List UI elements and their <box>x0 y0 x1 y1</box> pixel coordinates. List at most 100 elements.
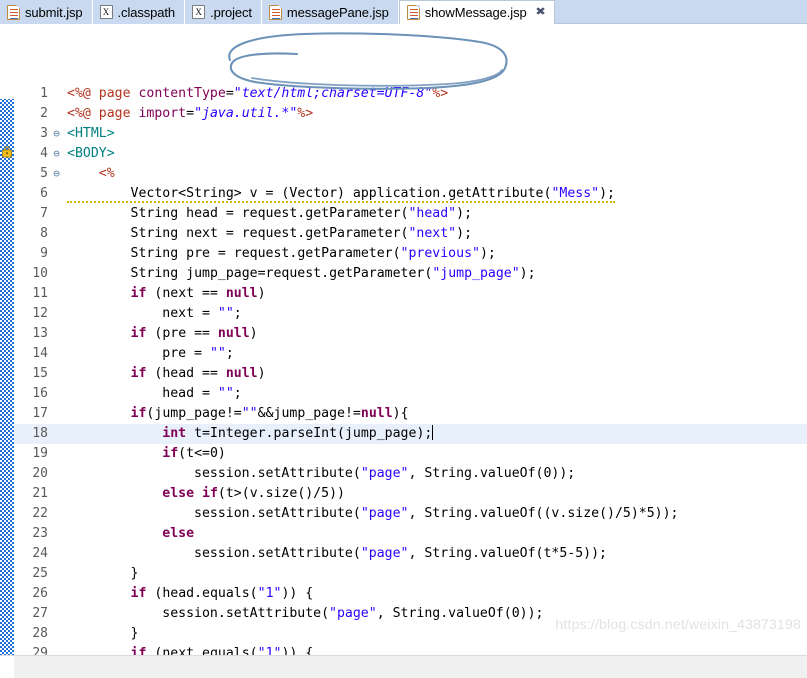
code-line-text: else <box>162 526 195 541</box>
line-number: 7 <box>40 206 48 221</box>
eclipse-jsp-editor-window: submit.jsp X .classpath X .project messa… <box>0 0 807 678</box>
line-number: 19 <box>32 446 48 461</box>
code-line[interactable]: 9 String pre = request.getParameter("pre… <box>14 244 807 264</box>
code-line-text: if (head == null) <box>130 366 266 381</box>
tab-label: .project <box>210 4 252 20</box>
line-number: 8 <box>40 226 48 241</box>
code-line[interactable]: 15 if (head == null) <box>14 364 807 384</box>
code-line-text: <HTML> <box>67 126 115 141</box>
code-line[interactable]: 19 if(t<=0) <box>14 444 807 464</box>
tab-project[interactable]: X .project <box>185 0 262 24</box>
jsp-file-icon <box>7 4 20 20</box>
code-line-text: session.setAttribute("page", String.valu… <box>194 466 576 481</box>
line-number: 16 <box>32 386 48 401</box>
code-line[interactable]: 22 session.setAttribute("page", String.v… <box>14 504 807 524</box>
code-line[interactable]: 10 String jump_page=request.getParameter… <box>14 264 807 284</box>
annotation-ruler-clear-top <box>0 24 14 99</box>
code-line[interactable]: 13 if (pre == null) <box>14 324 807 344</box>
code-line-text: if (head.equals("1")) { <box>130 586 314 601</box>
tab-classpath[interactable]: X .classpath <box>92 0 186 24</box>
code-line-text: else if(t>(v.size()/5)) <box>162 486 345 501</box>
line-number: 1 <box>40 86 48 101</box>
code-line-text: pre = ""; <box>162 346 234 361</box>
line-number: 14 <box>32 346 48 361</box>
annotation-ruler[interactable] <box>0 24 14 656</box>
code-line[interactable]: 7 String head = request.getParameter("he… <box>14 204 807 224</box>
fold-toggle-icon[interactable]: ⊖ <box>50 124 63 144</box>
line-number: 10 <box>32 266 48 281</box>
code-line[interactable]: 3 ⊖ <HTML> <box>14 124 807 144</box>
line-number: 11 <box>32 286 48 301</box>
code-line[interactable]: 4 ⊖ <BODY> <box>14 144 807 164</box>
code-line[interactable]: 11 if (next == null) <box>14 284 807 304</box>
warning-icon[interactable] <box>1 146 13 158</box>
text-caret <box>432 425 434 440</box>
code-line-text: session.setAttribute("page", String.valu… <box>194 506 679 521</box>
line-number: 18 <box>32 426 48 441</box>
line-number: 4 <box>40 146 48 161</box>
code-line[interactable]: 21 else if(t>(v.size()/5)) <box>14 484 807 504</box>
code-line[interactable]: 18 int t=Integer.parseInt(jump_page); <box>14 424 807 444</box>
code-line-text: if(jump_page!=""&&jump_page!=null){ <box>130 406 409 421</box>
xml-file-icon: X <box>99 5 113 19</box>
code-line[interactable]: 1 <%@ page contentType="text/html;charset… <box>14 84 807 104</box>
code-line[interactable]: 24 session.setAttribute("page", String.v… <box>14 544 807 564</box>
line-number: 28 <box>32 626 48 641</box>
tab-message-pane-jsp[interactable]: messagePane.jsp <box>261 0 399 24</box>
line-number: 20 <box>32 466 48 481</box>
scrollbar-left-cap <box>0 656 14 678</box>
code-line[interactable]: 23 else <box>14 524 807 544</box>
code-line-text: session.setAttribute("page", String.valu… <box>194 546 607 561</box>
line-number: 3 <box>40 126 48 141</box>
code-line[interactable]: 2 <%@ page import="java.util.*"%> <box>14 104 807 124</box>
line-number: 15 <box>32 366 48 381</box>
code-line-text: next = ""; <box>162 306 242 321</box>
code-line[interactable]: 26 if (head.equals("1")) { <box>14 584 807 604</box>
code-line-text: if (next == null) <box>130 286 266 301</box>
code-line[interactable]: 14 pre = ""; <box>14 344 807 364</box>
line-number: 24 <box>32 546 48 561</box>
jsp-file-icon <box>268 4 282 20</box>
code-line-text: String head = request.getParameter("head… <box>130 206 473 221</box>
code-line-text: <BODY> <box>67 146 115 161</box>
editor-tab-bar: submit.jsp X .classpath X .project messa… <box>0 0 807 24</box>
line-number: 6 <box>40 186 48 201</box>
tab-label: .classpath <box>117 4 176 20</box>
code-line[interactable]: 16 head = ""; <box>14 384 807 404</box>
line-number: 9 <box>40 246 48 261</box>
fold-toggle-icon[interactable]: ⊖ <box>50 164 63 184</box>
line-number: 21 <box>32 486 48 501</box>
code-line[interactable]: 25 } <box>14 564 807 584</box>
line-number: 12 <box>32 306 48 321</box>
code-line-text: String jump_page=request.getParameter("j… <box>130 266 536 281</box>
line-number: 25 <box>32 566 48 581</box>
line-number: 26 <box>32 586 48 601</box>
tab-label: submit.jsp <box>25 4 83 20</box>
line-number: 22 <box>32 506 48 521</box>
watermark: https://blog.csdn.net/weixin_43873198 <box>555 616 801 632</box>
code-line[interactable]: 8 String next = request.getParameter("ne… <box>14 224 807 244</box>
code-line[interactable]: 17 if(jump_page!=""&&jump_page!=null){ <box>14 404 807 424</box>
code-line-text: <%@ page import="java.util.*"%> <box>67 106 314 121</box>
close-icon[interactable]: ✖ <box>535 7 546 18</box>
fold-toggle-icon[interactable]: ⊖ <box>50 144 63 164</box>
code-line[interactable]: 20 session.setAttribute("page", String.v… <box>14 464 807 484</box>
tab-show-message-jsp[interactable]: showMessage.jsp ✖ <box>398 0 555 24</box>
tab-bar-filler <box>554 0 807 24</box>
code-line[interactable]: 5 ⊖ <% <box>14 164 807 184</box>
code-line-text: <%@ page contentType="text/html;charset=… <box>67 86 449 101</box>
line-number: 23 <box>32 526 48 541</box>
code-editor[interactable]: 1 <%@ page contentType="text/html;charset… <box>0 24 807 656</box>
line-number: 13 <box>32 326 48 341</box>
tab-submit-jsp[interactable]: submit.jsp <box>0 0 93 24</box>
code-line-text: int t=Integer.parseInt(jump_page); <box>162 425 434 441</box>
code-line[interactable]: 12 next = ""; <box>14 304 807 324</box>
source-code[interactable]: 1 <%@ page contentType="text/html;charset… <box>14 24 807 656</box>
code-line[interactable]: 6 Vector<String> v = (Vector) applicatio… <box>14 184 807 204</box>
line-number: 27 <box>32 606 48 621</box>
line-number: 2 <box>40 106 48 121</box>
code-line-text: Vector<String> v = (Vector) application.… <box>63 184 807 204</box>
horizontal-scrollbar[interactable]: ‹ <box>0 655 807 678</box>
code-line-text: String pre = request.getParameter("previ… <box>130 246 496 261</box>
jsp-file-icon <box>406 5 420 20</box>
